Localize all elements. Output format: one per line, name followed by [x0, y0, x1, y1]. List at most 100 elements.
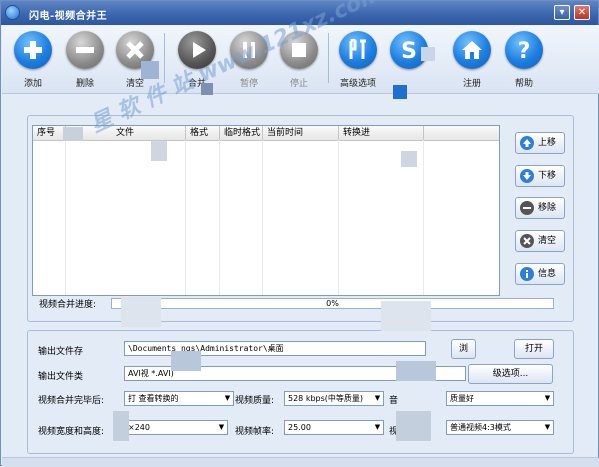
chevron-down-icon: ▼: [216, 421, 227, 434]
move-down-label: 下移: [538, 171, 557, 181]
home-icon: [453, 31, 491, 69]
output-settings-panel: 输出文件存 \Documents ngs\Administrator\桌面 浏 …: [27, 330, 574, 454]
info-label: 信息: [538, 269, 557, 279]
grid-header: 序号 文件 格式 临时格式 当前时间 转换进: [33, 126, 499, 141]
video-aspect-value: 普通视频4:3模式: [450, 423, 511, 432]
minimize-button[interactable]: ▾: [554, 5, 570, 20]
delete-button[interactable]: 删除: [60, 31, 110, 89]
output-type-value: AVI视 *.AVI): [128, 369, 174, 378]
help-button[interactable]: ? 帮助: [499, 31, 549, 89]
info-icon: [520, 267, 534, 281]
register-button[interactable]: 注册: [447, 31, 497, 89]
column-progress[interactable]: 转换进: [339, 126, 424, 140]
settings-icon: [339, 31, 377, 69]
browse-button[interactable]: 浏: [451, 339, 476, 359]
move-up-button[interactable]: 上移: [515, 132, 565, 154]
video-size-label: 视频宽度和高度:: [38, 427, 105, 437]
video-fps-label: 视频帧率:: [235, 427, 275, 437]
merge-button[interactable]: 合并: [172, 31, 222, 89]
column-extra[interactable]: [424, 126, 499, 140]
stop-label: 停止: [289, 79, 308, 89]
video-size-value: ×240: [128, 423, 150, 432]
video-size-select[interactable]: ×240 ▼: [124, 420, 228, 435]
help-icon: ?: [505, 31, 543, 69]
register-label: 注册: [462, 79, 481, 89]
merge-progress-bar: 0%: [111, 298, 554, 309]
chevron-down-icon: ▼: [542, 421, 553, 434]
help-label: 帮助: [514, 79, 533, 89]
video-fps-select[interactable]: 25.00 ▼: [284, 420, 384, 435]
minus-icon: [66, 31, 104, 69]
plus-icon: [14, 31, 52, 69]
open-folder-button[interactable]: 打开: [514, 339, 554, 359]
close-button[interactable]: ✕: [574, 5, 590, 20]
video-quality-select[interactable]: 528 kbps(中等质量) ▼: [284, 391, 384, 406]
chevron-down-icon: ▼: [372, 392, 383, 405]
file-list-panel: 序号 文件 格式 临时格式 当前时间 转换进 上移 下移 移除 清空 信息 视频…: [27, 115, 574, 322]
chevron-down-icon: ▼: [372, 421, 383, 434]
move-down-button[interactable]: 下移: [515, 165, 565, 187]
clear-list-icon: [520, 234, 534, 248]
output-folder-field[interactable]: \Documents ngs\Administrator\桌面: [124, 341, 426, 356]
after-merge-select[interactable]: 打 查看转换的 ▼: [124, 391, 234, 406]
video-aspect-label: 视: [389, 427, 399, 437]
add-label: 添加: [23, 79, 42, 89]
clear-list-button[interactable]: 清空: [515, 230, 565, 252]
arrow-down-icon: [520, 169, 534, 183]
move-up-label: 上移: [538, 138, 557, 148]
play-icon: [178, 31, 216, 69]
video-aspect-select[interactable]: 普通视频4:3模式 ▼: [446, 420, 554, 435]
remove-icon: [520, 201, 534, 215]
svg-text:?: ?: [518, 39, 531, 64]
toolbar: 添加 删除 清空 合并 暂停 停止 高级选项 S 注册 ? 帮助: [2, 25, 599, 94]
video-fps-value: 25.00: [288, 423, 311, 432]
skin-button[interactable]: S: [384, 31, 434, 76]
advanced-options-small-button[interactable]: 级选项...: [468, 364, 553, 384]
column-index[interactable]: 序号: [33, 126, 66, 140]
title-bar: 闪电-视频合并王 ▾ ✕: [1, 1, 598, 25]
output-type-label: 输出文件类: [38, 372, 84, 382]
column-format[interactable]: 格式: [186, 126, 220, 140]
toolbar-separator: [164, 33, 165, 83]
clear-icon: [116, 31, 154, 69]
toolbar-separator: [328, 33, 329, 83]
remove-label: 移除: [538, 203, 557, 213]
audio-quality-select[interactable]: 质量好 ▼: [446, 391, 554, 406]
stop-button[interactable]: 停止: [274, 31, 324, 89]
merge-label: 合并: [187, 79, 206, 89]
video-quality-label: 视频质量:: [235, 396, 275, 406]
delete-label: 删除: [75, 79, 94, 89]
column-current-time[interactable]: 当前时间: [263, 126, 339, 140]
svg-text:S: S: [401, 39, 417, 64]
s-icon: S: [390, 31, 428, 69]
column-temp-format[interactable]: 临时格式: [220, 126, 263, 140]
app-window: 闪电-视频合并王 ▾ ✕ 添加 删除 清空 合并 暂停 停止 高级选项 S 注册…: [0, 0, 599, 467]
clear-button[interactable]: 清空: [110, 31, 160, 89]
audio-quality-value: 质量好: [450, 394, 474, 403]
advanced-options-button[interactable]: 高级选项: [333, 31, 383, 89]
after-merge-value: 打 查看转换的: [128, 394, 179, 403]
clear-list-label: 清空: [538, 236, 557, 246]
clear-label: 清空: [125, 79, 144, 89]
remove-button[interactable]: 移除: [515, 197, 565, 219]
file-grid[interactable]: 序号 文件 格式 临时格式 当前时间 转换进: [32, 125, 500, 296]
app-logo-icon: [5, 5, 20, 20]
after-merge-label: 视频合并完毕后:: [38, 396, 105, 406]
arrow-up-icon: [520, 136, 534, 150]
progress-text: 0%: [326, 299, 339, 308]
output-type-select[interactable]: AVI视 *.AVI): [124, 366, 466, 381]
advanced-options-label: 高级选项: [339, 79, 376, 89]
window-title: 闪电-视频合并王: [29, 11, 108, 22]
chevron-down-icon: ▼: [222, 392, 233, 405]
pause-icon: [230, 31, 268, 69]
pause-label: 暂停: [239, 79, 258, 89]
info-button[interactable]: 信息: [515, 263, 565, 285]
audio-quality-label: 音: [389, 396, 399, 406]
merge-progress-label: 视频合并进度:: [39, 300, 97, 310]
column-file[interactable]: 文件: [66, 126, 186, 140]
pause-button[interactable]: 暂停: [224, 31, 274, 89]
chevron-down-icon: ▼: [542, 392, 553, 405]
add-button[interactable]: 添加: [8, 31, 58, 89]
video-quality-value: 528 kbps(中等质量): [288, 394, 364, 403]
stop-icon: [280, 31, 318, 69]
